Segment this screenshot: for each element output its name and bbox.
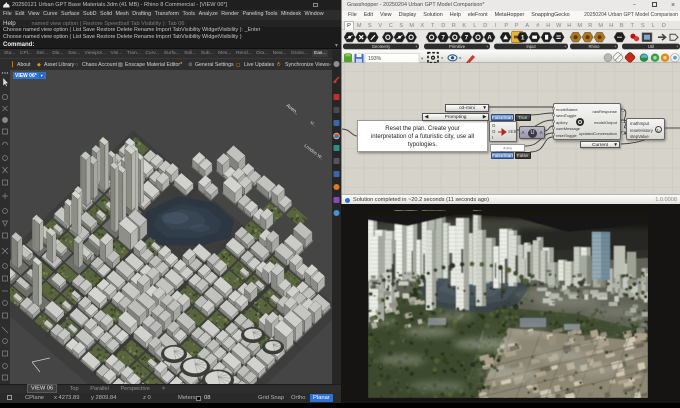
svg-text:Rhino: Rhino xyxy=(589,43,601,48)
svg-text:▾: ▾ xyxy=(459,55,462,60)
svg-text:▾: ▾ xyxy=(421,56,424,61)
svg-text:Input: Input xyxy=(526,43,536,48)
svg-text:+: + xyxy=(486,44,489,49)
svg-text:Geometry: Geometry xyxy=(372,43,391,48)
svg-text:7: 7 xyxy=(465,34,469,41)
svg-text:+: + xyxy=(614,44,617,49)
svg-text:+: + xyxy=(415,44,418,49)
svg-text:+: + xyxy=(676,44,679,49)
svg-text:▾: ▾ xyxy=(441,55,444,60)
svg-text:Util: Util xyxy=(648,43,654,48)
svg-text:193%: 193% xyxy=(368,56,382,62)
svg-text:A: A xyxy=(487,34,492,41)
svg-text:1: 1 xyxy=(521,34,525,41)
svg-text:Primitive: Primitive xyxy=(449,43,466,48)
svg-text:+: + xyxy=(564,44,567,49)
svg-text:7: 7 xyxy=(441,34,445,41)
